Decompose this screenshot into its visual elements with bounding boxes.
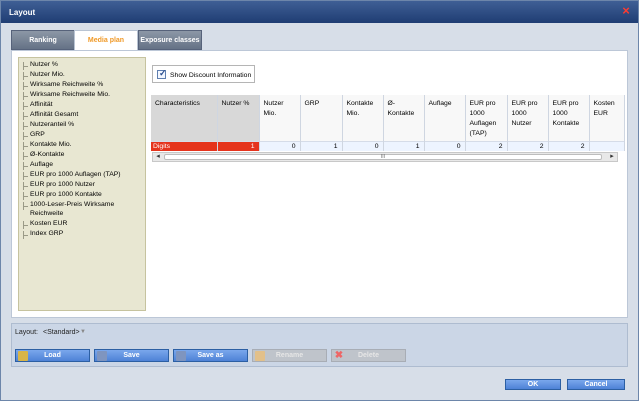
column-header-kosten-eur[interactable]: Kosten EUR [589,95,625,141]
characteristics-list[interactable]: Nutzer % Nutzer Mio. Wirksame Reichweite… [18,57,146,311]
delete-button: ✖ Delete [331,349,406,362]
tab-media-plan[interactable]: Media plan [74,30,138,51]
column-header-auflage[interactable]: Auflage [424,95,466,141]
column-header-grp[interactable]: GRP [300,95,343,141]
digits-cell[interactable]: 2 [548,140,590,151]
close-icon[interactable]: × [620,4,632,17]
save-as-label: Save as [197,352,224,359]
list-item[interactable]: 1000-Leser-Preis Wirksame Reichweite [23,200,145,219]
digits-cell[interactable] [589,140,625,151]
ok-button[interactable]: OK [505,379,561,390]
digits-cell[interactable]: 2 [507,140,549,151]
checked-checkbox-icon[interactable] [157,68,167,79]
digits-cell[interactable]: 1 [383,140,425,151]
column-header-eur-pro-1000-auflagen[interactable]: EUR pro 1000 Auflagen (TAP) [465,95,508,141]
digits-cell[interactable]: 0 [424,140,466,151]
list-item[interactable]: Auflage [23,160,145,170]
media-plan-panel: Nutzer % Nutzer Mio. Wirksame Reichweite… [11,50,628,318]
list-item[interactable]: EUR pro 1000 Auflagen (TAP) [23,170,145,180]
list-item[interactable]: EUR pro 1000 Kontakte [23,190,145,200]
tab-exposure-classes[interactable]: Exposure classes [138,30,202,50]
list-item[interactable]: Wirksame Reichweite % [23,80,145,90]
digits-cell[interactable]: 1 [217,140,260,151]
list-item[interactable]: GRP [23,130,145,140]
save-icon [97,351,107,361]
horizontal-scrollbar[interactable]: ◂ III ▸ [152,152,618,162]
list-item[interactable]: Nutzeranteil % [23,120,145,130]
list-item[interactable]: Ø-Kontakte [23,150,145,160]
table-row[interactable]: Digits 1 0 1 0 1 0 2 2 2 [151,140,625,151]
delete-label: Delete [357,352,379,359]
list-item[interactable]: Affinität [23,100,145,110]
characteristics-table: Characteristics Nutzer % Nutzer Mio. GRP… [151,95,627,153]
scroll-thumb[interactable]: III [164,154,602,160]
show-discount-information-checkbox[interactable]: Show Discount Information [152,65,255,83]
digits-cell[interactable]: 1 [300,140,343,151]
list-item[interactable]: Nutzer Mio. [23,70,145,80]
scroll-left-icon[interactable]: ◂ [153,153,163,161]
column-header-eur-pro-1000-kontakte[interactable]: EUR pro 1000 Kontakte [548,95,590,141]
dialog-title: Layout [1,1,638,23]
layout-label: Layout: [15,329,38,336]
folder-icon [18,351,28,361]
rename-label: Rename [275,352,304,359]
column-header-nutzer-percent[interactable]: Nutzer % [217,95,260,141]
layout-controls: Layout: <Standard> ▼ Load Save Save as R… [11,323,628,367]
row-label-digits: Digits [151,140,218,151]
list-item[interactable]: Wirksame Reichweite Mio. [23,90,145,100]
column-header-nutzer-mio[interactable]: Nutzer Mio. [259,95,301,141]
list-item[interactable]: Kontakte Mio. [23,140,145,150]
column-header-characteristics: Characteristics [151,95,218,141]
load-button[interactable]: Load [15,349,90,362]
cancel-button[interactable]: Cancel [567,379,625,390]
chevron-down-icon[interactable]: ▼ [80,329,86,335]
load-label: Load [44,352,61,359]
column-header-kontakte-mio[interactable]: Kontakte Mio. [342,95,384,141]
digits-cell[interactable]: 0 [342,140,384,151]
checkbox-label: Show Discount Information [170,72,252,79]
digits-cell[interactable]: 0 [259,140,301,151]
list-item[interactable]: EUR pro 1000 Nutzer [23,180,145,190]
scroll-right-icon[interactable]: ▸ [607,153,617,161]
column-header-o-kontakte[interactable]: Ø-Kontakte [383,95,425,141]
save-as-icon [176,351,186,361]
save-button[interactable]: Save [94,349,169,362]
tab-ranking[interactable]: Ranking [11,30,75,50]
rename-icon [255,351,265,361]
rename-button: Rename [252,349,327,362]
save-label: Save [123,352,140,359]
characteristics-grid-area: Show Discount Information Characteristic… [151,57,627,311]
column-header-eur-pro-1000-nutzer[interactable]: EUR pro 1000 Nutzer [507,95,549,141]
list-item[interactable]: Affinität Gesamt [23,110,145,120]
list-item[interactable]: Kosten EUR [23,219,145,229]
digits-cell[interactable]: 2 [465,140,508,151]
layout-select[interactable]: <Standard> [43,329,80,336]
delete-icon: ✖ [334,350,344,361]
layout-dialog: Layout × Ranking Media plan Exposure cla… [0,0,639,401]
list-item[interactable]: Nutzer % [23,60,145,70]
list-item[interactable]: Index GRP [23,229,145,239]
save-as-button[interactable]: Save as [173,349,248,362]
